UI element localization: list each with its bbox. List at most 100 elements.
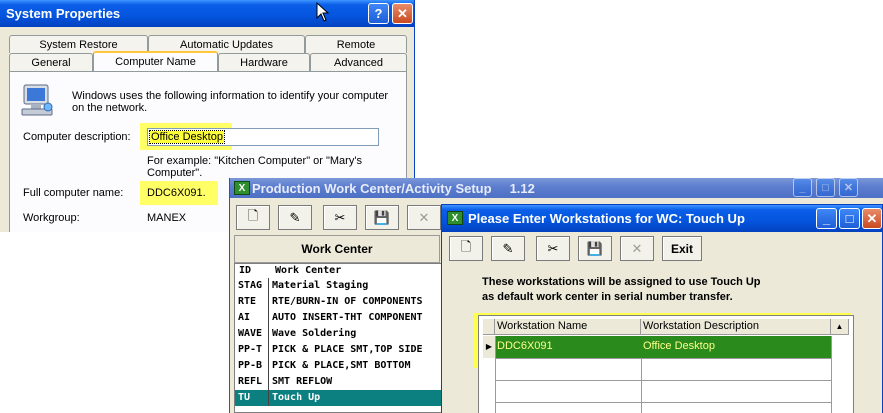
row-id: PP-B: [238, 360, 263, 371]
computer-icon: [21, 84, 53, 116]
system-properties-title: System Properties: [6, 6, 121, 21]
tab-remote[interactable]: Remote: [305, 35, 407, 53]
help-button[interactable]: ?: [368, 3, 389, 24]
workstations-note: These workstations will be assigned to u…: [482, 275, 761, 305]
cell-workstation-name: DDC6X091: [497, 340, 553, 352]
production-version: 1.12: [509, 180, 535, 196]
computer-description-value: Office Desktop: [149, 130, 225, 144]
row-name: Touch Up: [268, 390, 320, 406]
app-icon: X: [234, 181, 250, 195]
maximize-button[interactable]: □: [816, 178, 835, 197]
scroll-up-icon: ▲: [835, 322, 844, 331]
cut-button[interactable]: ✂: [323, 205, 357, 230]
row-id: TU: [238, 392, 251, 403]
maximize-icon: □: [822, 181, 829, 194]
close-icon: ✕: [843, 182, 854, 194]
tab-advanced[interactable]: Advanced: [310, 53, 407, 71]
tab-computer-name[interactable]: Computer Name: [93, 51, 218, 71]
save-button[interactable]: 💾: [365, 205, 399, 230]
new-icon: 🗋: [460, 238, 472, 254]
grid-line: [831, 336, 832, 413]
app-icon-text: X: [451, 212, 459, 224]
save-button[interactable]: 💾: [578, 236, 612, 261]
new-button[interactable]: 🗋: [449, 236, 483, 261]
edit-icon: ✎: [502, 240, 514, 256]
row-id: RTE: [238, 296, 257, 307]
tab-general[interactable]: General: [9, 53, 93, 71]
new-icon: 🗋: [247, 207, 259, 223]
edit-button[interactable]: ✎: [278, 205, 312, 230]
row-name: PICK & PLACE,SMT BOTTOM: [268, 358, 410, 374]
computer-description-label: Computer description:: [23, 131, 131, 143]
example-text-line1: For example: "Kitchen Computer" or "Mary…: [147, 155, 362, 167]
list-item-selected[interactable]: TU Touch Up: [235, 390, 445, 406]
exit-label: Exit: [670, 241, 693, 256]
tab-label: Automatic Updates: [180, 38, 273, 51]
list-item[interactable]: STAG Material Staging: [235, 278, 445, 294]
full-computer-name-value: DDC6X091.: [147, 187, 206, 199]
row-id: PP-T: [238, 344, 263, 355]
minimize-icon: _: [799, 181, 806, 194]
tab-label: Hardware: [240, 56, 288, 69]
row-name: Material Staging: [268, 278, 368, 294]
maximize-button[interactable]: □: [839, 208, 860, 229]
list-item[interactable]: REFL SMT REFLOW: [235, 374, 445, 390]
delete-button[interactable]: ✕: [407, 205, 441, 230]
system-properties-title-bar[interactable]: System Properties ? ✕: [0, 0, 414, 27]
computer-description-input[interactable]: Office Desktop: [147, 128, 379, 146]
grid-line: [495, 358, 831, 359]
close-button[interactable]: ✕: [862, 208, 882, 229]
tab-label: General: [31, 56, 71, 69]
exit-button[interactable]: Exit: [662, 236, 702, 261]
row-selector[interactable]: ▶: [483, 336, 495, 358]
list-item[interactable]: AI AUTO INSERT-THT COMPONENT: [235, 310, 445, 326]
cut-icon: ✂: [547, 240, 559, 256]
row-name: PICK & PLACE SMT,TOP SIDE: [268, 342, 423, 358]
tab-label: Computer Name: [115, 56, 196, 68]
tab-label: Advanced: [334, 56, 383, 69]
work-center-list[interactable]: ID Work Center STAG Material Staging RTE…: [234, 263, 445, 413]
row-id: STAG: [238, 280, 263, 291]
delete-icon: ✕: [631, 240, 643, 256]
cut-button[interactable]: ✂: [536, 236, 570, 261]
work-center-list-title: Work Center: [234, 235, 440, 263]
tab-label: Remote: [336, 38, 376, 51]
list-item[interactable]: WAVE Wave Soldering: [235, 326, 445, 342]
close-button[interactable]: ✕: [392, 3, 413, 24]
column-header-workstation-name[interactable]: Workstation Name: [495, 319, 641, 335]
list-item[interactable]: PP-T PICK & PLACE SMT,TOP SIDE: [235, 342, 445, 358]
table-row[interactable]: DDC6X091 Office Desktop: [495, 336, 831, 358]
list-item[interactable]: RTE RTE/BURN-IN OF COMPONENTS: [235, 294, 445, 310]
delete-icon: ✕: [418, 209, 430, 225]
list-item[interactable]: PP-B PICK & PLACE,SMT BOTTOM: [235, 358, 445, 374]
delete-button[interactable]: ✕: [620, 236, 654, 261]
workstations-window: X Please Enter Workstations for WC: Touc…: [441, 204, 883, 413]
row-name: AUTO INSERT-THT COMPONENT: [268, 310, 423, 326]
minimize-button[interactable]: _: [816, 208, 837, 229]
production-title-bar[interactable]: X Production Work Center/Activity Setup …: [230, 178, 883, 198]
new-button[interactable]: 🗋: [236, 205, 270, 230]
row-name: Wave Soldering: [268, 326, 356, 342]
full-computer-name-label: Full computer name:: [23, 187, 124, 199]
edit-button[interactable]: ✎: [491, 236, 525, 261]
close-icon: ✕: [397, 5, 408, 21]
grid-line: [495, 336, 496, 413]
row-id: AI: [238, 312, 251, 323]
workstations-title-bar[interactable]: X Please Enter Workstations for WC: Touc…: [442, 205, 882, 232]
scroll-up-button[interactable]: ▲: [831, 319, 849, 335]
close-button[interactable]: ✕: [839, 178, 858, 197]
minimize-icon: _: [822, 211, 831, 226]
close-icon: ✕: [866, 210, 878, 226]
column-header-workstation-description[interactable]: Workstation Description: [641, 319, 831, 335]
tab-hardware[interactable]: Hardware: [218, 53, 310, 71]
note-line2: as default work center in serial number …: [482, 291, 733, 303]
cut-icon: ✂: [334, 209, 346, 225]
row-name: RTE/BURN-IN OF COMPONENTS: [268, 294, 423, 310]
workstations-grid[interactable]: Workstation Name Workstation Description…: [478, 315, 854, 413]
save-icon: 💾: [586, 240, 604, 256]
row-name: SMT REFLOW: [268, 374, 332, 390]
minimize-button[interactable]: _: [793, 178, 812, 197]
grid-line: [495, 380, 831, 381]
row-id: REFL: [238, 376, 263, 387]
save-icon: 💾: [373, 209, 391, 225]
